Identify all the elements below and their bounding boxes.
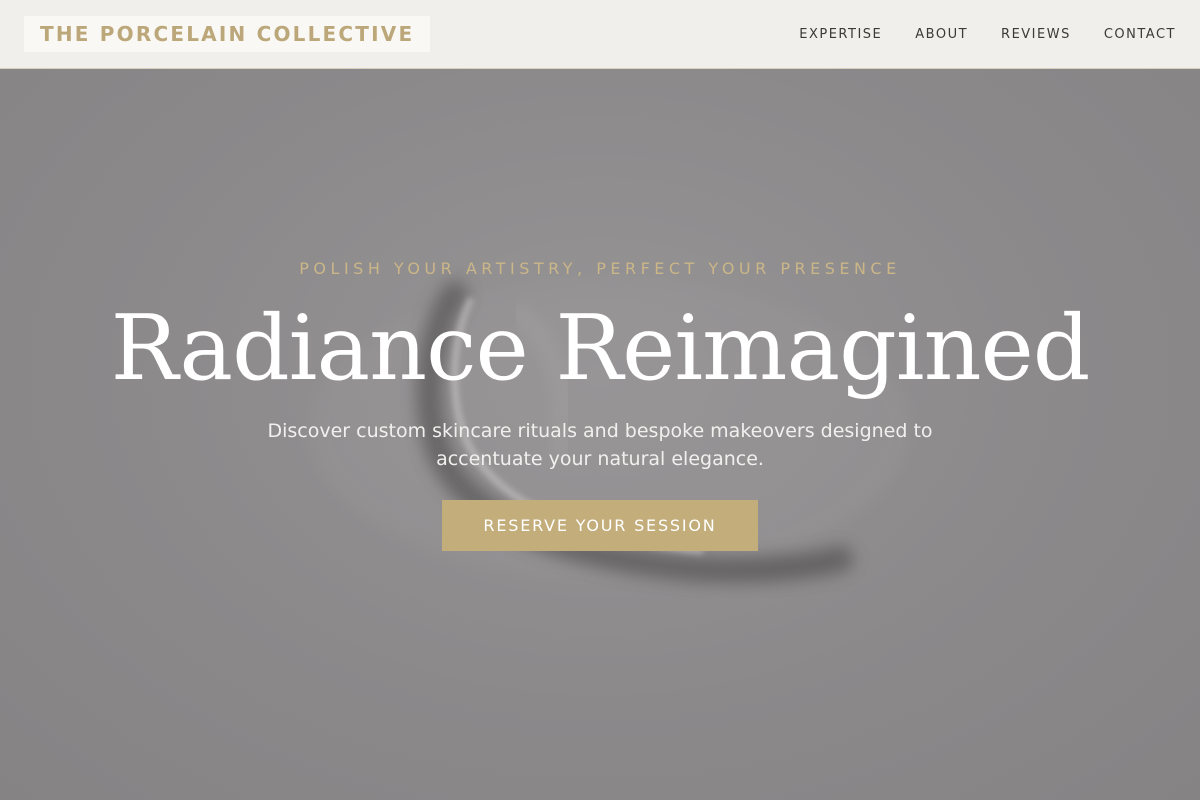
hero-section: POLISH YOUR ARTISTRY, PERFECT YOUR PRESE…: [0, 69, 1200, 800]
reserve-session-button[interactable]: RESERVE YOUR SESSION: [442, 500, 758, 551]
hero-subtitle: Discover custom skincare rituals and bes…: [267, 420, 933, 470]
site-header: THE PORCELAIN COLLECTIVE EXPERTISE ABOUT…: [0, 0, 1200, 69]
nav-link-expertise[interactable]: EXPERTISE: [799, 27, 882, 42]
hero-eyebrow: POLISH YOUR ARTISTRY, PERFECT YOUR PRESE…: [299, 259, 901, 278]
hero-title: Radiance Reimagined: [110, 296, 1091, 401]
main-nav: EXPERTISE ABOUT REVIEWS CONTACT: [799, 27, 1176, 42]
nav-link-reviews[interactable]: REVIEWS: [1001, 27, 1071, 42]
brand-logo[interactable]: THE PORCELAIN COLLECTIVE: [24, 16, 431, 52]
hero-content: POLISH YOUR ARTISTRY, PERFECT YOUR PRESE…: [0, 259, 1200, 551]
nav-link-contact[interactable]: CONTACT: [1104, 27, 1176, 42]
nav-link-about[interactable]: ABOUT: [915, 27, 968, 42]
